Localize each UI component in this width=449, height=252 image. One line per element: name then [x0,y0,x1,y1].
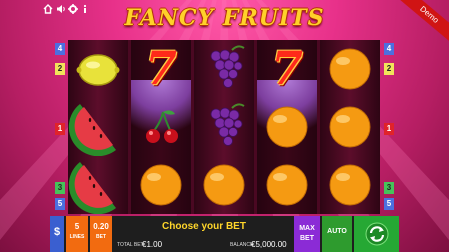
total-bet-label: TOTAL BET [117,242,144,248]
payline-marker-right: 5 [384,198,394,210]
payline-marker-left: 2 [55,63,65,75]
reel-2: 7 [131,40,191,214]
auto-button[interactable]: AUTO [322,216,352,252]
reel-area: 7 7 [68,40,380,214]
payline-marker-right: 2 [384,63,394,75]
spin-button[interactable] [354,216,399,252]
reel-5 [320,40,380,214]
payline-marker-right: 1 [384,123,394,135]
reel-3 [194,40,254,214]
payline-marker-right: 4 [384,43,394,55]
orange-symbol [194,156,254,214]
lemon-symbol [68,40,128,98]
control-bar: $ 5 LINES 0.20 BET Choose your BET TOTAL… [50,216,399,252]
paytable-button[interactable]: $ [50,216,64,252]
max-bet-label: MAX BET [299,225,315,242]
payline-marker-left: 4 [55,43,65,55]
orange-symbol [131,156,191,214]
lines-value: 5 [74,222,80,231]
orange-symbol [320,40,380,98]
grapes-symbol [194,40,254,98]
orange-symbol [257,98,317,156]
payline-marker-right: 3 [384,182,394,194]
auto-label: AUTO [327,228,347,235]
seven-symbol: 7 [144,41,177,95]
cherries-symbol [131,98,191,156]
reel-1 [68,40,128,214]
bet-value: 0.20 [93,222,109,231]
total-bet-value: €1.00 [142,240,163,249]
game-title: FANCY FRUITS [124,5,325,31]
orange-symbol [320,98,380,156]
grapes-symbol [194,98,254,156]
paytable-label: $ [53,226,61,238]
spin-arrows-icon [365,222,389,246]
bet-button[interactable]: 0.20 BET [90,216,112,252]
lines-label: LINES [69,234,85,240]
lines-button[interactable]: 5 LINES [66,216,88,252]
watermelon-symbol [68,98,128,156]
orange-symbol [257,156,317,214]
orange-symbol [320,156,380,214]
bet-label: BET [96,234,106,240]
payline-marker-left: 1 [55,123,65,135]
reel-4: 7 [257,40,317,214]
watermelon-symbol [68,156,128,214]
seven-symbol: 7 [270,41,303,95]
game-screen: FANCY FRUITS Demo 4 2 1 3 5 4 2 1 3 5 7 … [0,0,449,252]
balance-value: €5,000.00 [251,240,287,249]
status-message: Choose your BET [162,221,246,232]
payline-marker-left: 5 [55,198,65,210]
balance-label: BALANCE [230,242,254,248]
max-bet-button[interactable]: MAX BET [294,216,320,252]
payline-marker-left: 3 [55,182,65,194]
